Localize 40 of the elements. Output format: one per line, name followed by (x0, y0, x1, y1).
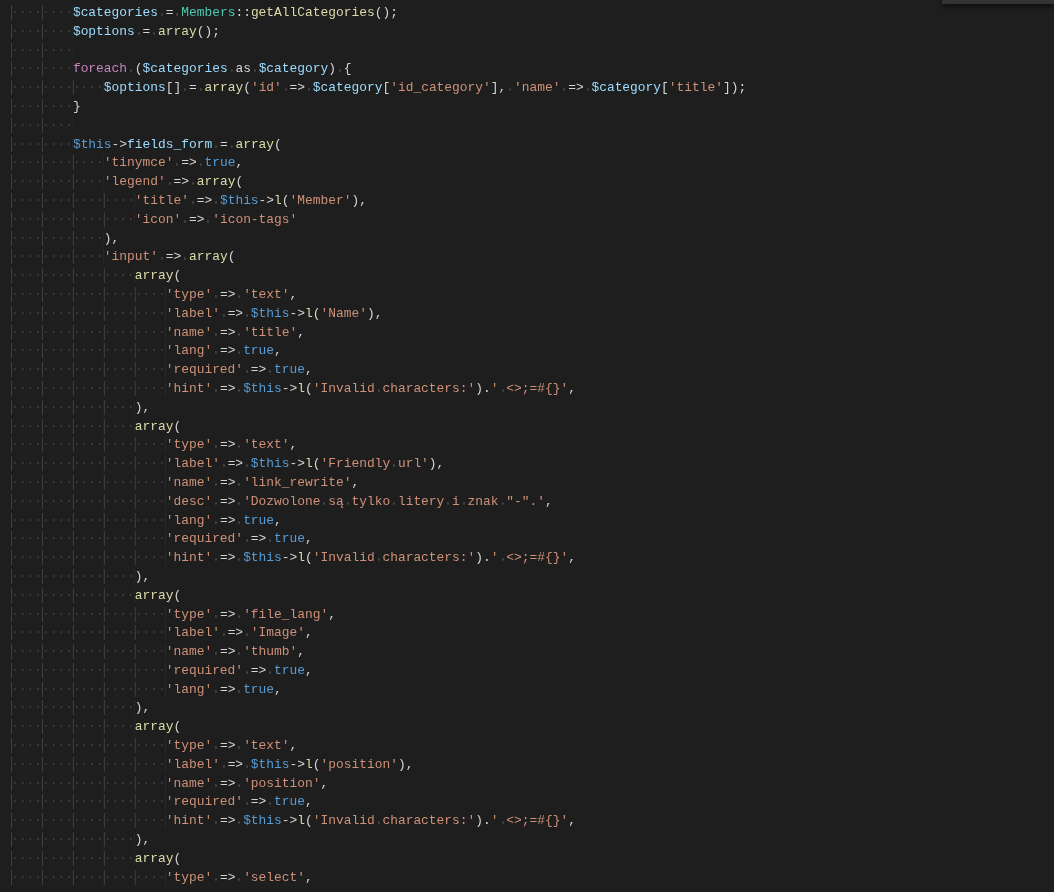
code-line: ················array( (11, 267, 182, 286)
code-line: ····················'name' => 'position', (11, 774, 329, 793)
code-line: ····················'label' => $this->l('Name'), (11, 304, 383, 323)
code-line: ················array( (11, 586, 182, 605)
code-line: ····················'lang' => true, (11, 680, 282, 699)
code-line: ····················'type' => 'text', (11, 737, 298, 756)
code-line: ········foreach ($categories as $category) { (11, 60, 352, 79)
code-line: ················'icon' => 'icon-tags' (11, 210, 298, 229)
code-line: ················array( (11, 718, 182, 737)
code-line: ····················'hint' => $this->l('Invalid characters:').' <>;=#{}', (11, 549, 576, 568)
code-line: ····················'name' => 'title', (11, 323, 306, 342)
code-line: ····················'type' => 'file_lang', (11, 605, 336, 624)
code-line: ····················'hint' => $this->l('Invalid characters:').' <>;=#{}', (11, 812, 576, 831)
code-line: ············'legend' => array( (11, 173, 244, 192)
code-line: ····················'hint' => $this->l('Invalid characters:').' <>;=#{}', (11, 379, 576, 398)
code-line: ····················'type' => 'text', (11, 285, 298, 304)
code-line: ········$options = array(); (11, 22, 220, 41)
code-line: ····················'type' => 'select', (11, 868, 313, 887)
code-line: ····················'type' => 'text', (11, 436, 298, 455)
code-line: ········} (11, 98, 81, 116)
code-line: ····················'required' => true, (11, 793, 313, 812)
code-line: ····················'lang' => true, (11, 342, 282, 361)
code-line: ····················'label' => $this->l('position'), (11, 755, 414, 774)
code-line: ····················'label' => $this->l('Friendly url'), (11, 455, 445, 474)
code-line: ············'input' => array( (11, 248, 236, 267)
code-line: ····················'name' => 'thumb', (11, 643, 306, 662)
code-line: ········$categories = Members::getAllCategories(); (11, 4, 398, 22)
code-line: ····················'lang' => true, (11, 511, 282, 530)
code-line: ················array( (11, 849, 182, 868)
code-line: ············$options[] = array('id' => $category['id_category'], 'name' => $category['title']); (11, 79, 747, 98)
code-line: ················'title' => $this->l('Member'), (11, 191, 367, 210)
code-line: ····················'required' => true, (11, 361, 313, 380)
code-line: ····················'name' => 'link_rewrite', (11, 473, 360, 492)
code-line: ····················'required' => true, (11, 530, 313, 549)
code-line: ····················'desc' => 'Dozwolone są tylko litery i znak "-".', (11, 492, 553, 511)
code-line: ············'tinymce' => true, (11, 154, 244, 173)
code-line: ········$this->fields_form = array( (11, 135, 282, 154)
code-line: ····················'required' => true, (11, 661, 313, 680)
code-line: ················array( (11, 417, 182, 436)
code-line: ····················'label' => 'Image', (11, 624, 313, 643)
